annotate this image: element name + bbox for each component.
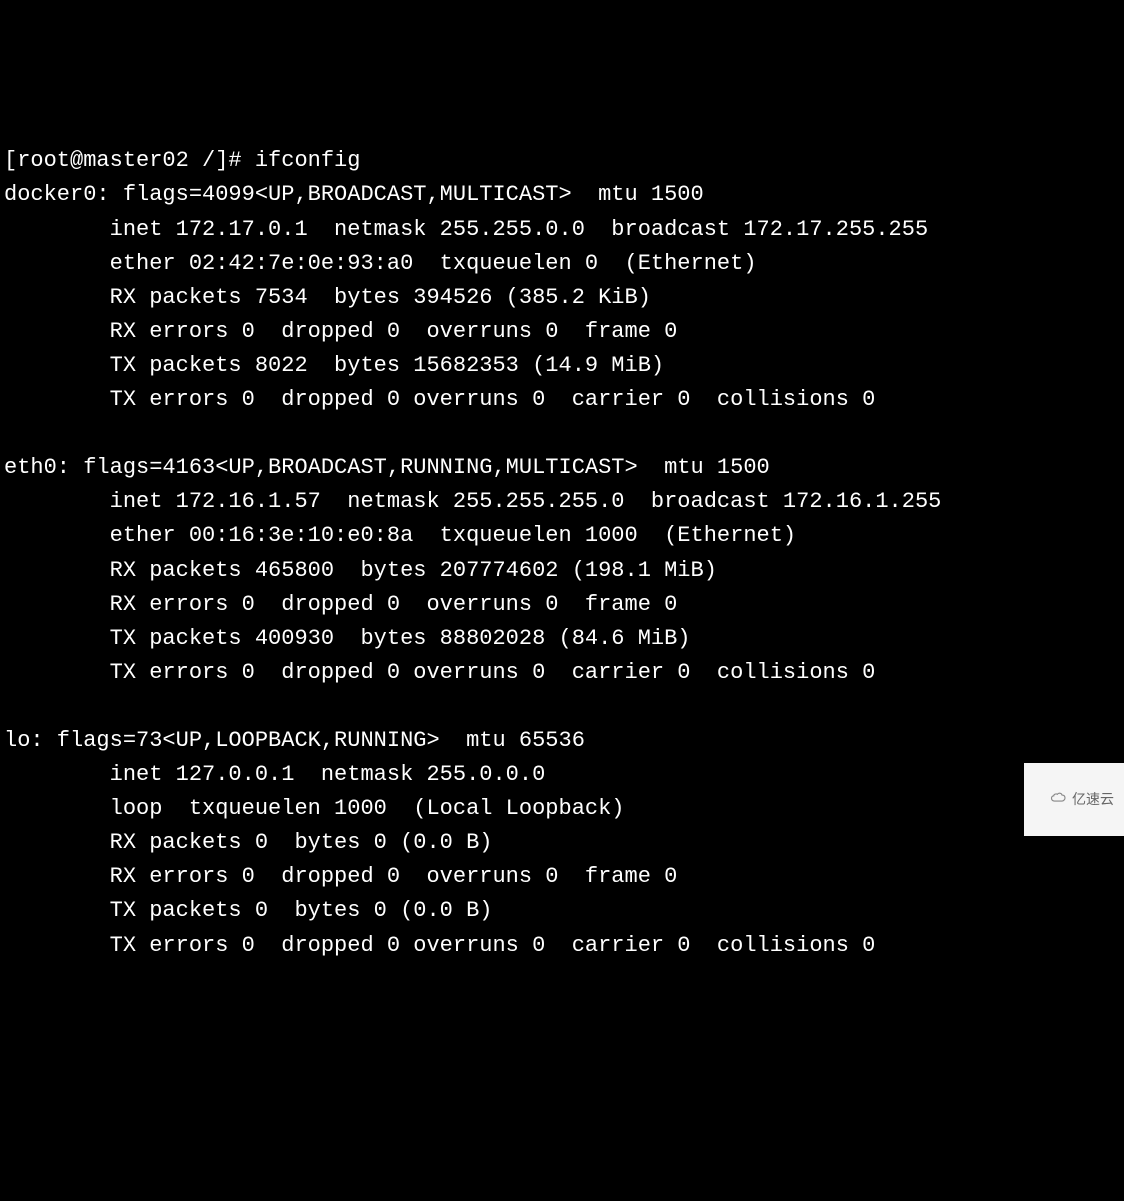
iface-eth0-header: eth0: flags=4163<UP,BROADCAST,RUNNING,MU…	[4, 455, 770, 480]
iface-eth0-inet: inet 172.16.1.57 netmask 255.255.255.0 b…	[4, 489, 941, 514]
iface-docker0-tx-errors: TX errors 0 dropped 0 overruns 0 carrier…	[4, 387, 875, 412]
iface-docker0-rx-packets: RX packets 7534 bytes 394526 (385.2 KiB)	[4, 285, 651, 310]
iface-eth0-tx-errors: TX errors 0 dropped 0 overruns 0 carrier…	[4, 660, 875, 685]
cloud-icon	[1034, 767, 1068, 832]
iface-eth0-rx-errors: RX errors 0 dropped 0 overruns 0 frame 0	[4, 592, 677, 617]
iface-docker0-header: docker0: flags=4099<UP,BROADCAST,MULTICA…	[4, 182, 704, 207]
iface-docker0-inet: inet 172.17.0.1 netmask 255.255.0.0 broa…	[4, 217, 928, 242]
watermark-text: 亿速云	[1072, 789, 1114, 811]
command-text[interactable]: ifconfig	[255, 148, 361, 173]
terminal-output: [root@master02 /]# ifconfig docker0: fla…	[4, 144, 1120, 962]
iface-eth0-ether: ether 00:16:3e:10:e0:8a txqueuelen 1000 …	[4, 523, 796, 548]
iface-eth0-rx-packets: RX packets 465800 bytes 207774602 (198.1…	[4, 558, 717, 583]
watermark-badge: 亿速云	[1024, 763, 1124, 836]
iface-eth0-tx-packets: TX packets 400930 bytes 88802028 (84.6 M…	[4, 626, 691, 651]
iface-lo-loop: loop txqueuelen 1000 (Local Loopback)	[4, 796, 625, 821]
iface-docker0-ether: ether 02:42:7e:0e:93:a0 txqueuelen 0 (Et…	[4, 251, 757, 276]
iface-lo-header: lo: flags=73<UP,LOOPBACK,RUNNING> mtu 65…	[4, 728, 585, 753]
iface-lo-tx-errors: TX errors 0 dropped 0 overruns 0 carrier…	[4, 933, 875, 958]
iface-docker0-rx-errors: RX errors 0 dropped 0 overruns 0 frame 0	[4, 319, 677, 344]
iface-lo-inet: inet 127.0.0.1 netmask 255.0.0.0	[4, 762, 545, 787]
shell-prompt: [root@master02 /]#	[4, 148, 255, 173]
iface-lo-rx-errors: RX errors 0 dropped 0 overruns 0 frame 0	[4, 864, 677, 889]
iface-docker0-tx-packets: TX packets 8022 bytes 15682353 (14.9 MiB…	[4, 353, 664, 378]
iface-lo-rx-packets: RX packets 0 bytes 0 (0.0 B)	[4, 830, 492, 855]
iface-lo-tx-packets: TX packets 0 bytes 0 (0.0 B)	[4, 898, 492, 923]
